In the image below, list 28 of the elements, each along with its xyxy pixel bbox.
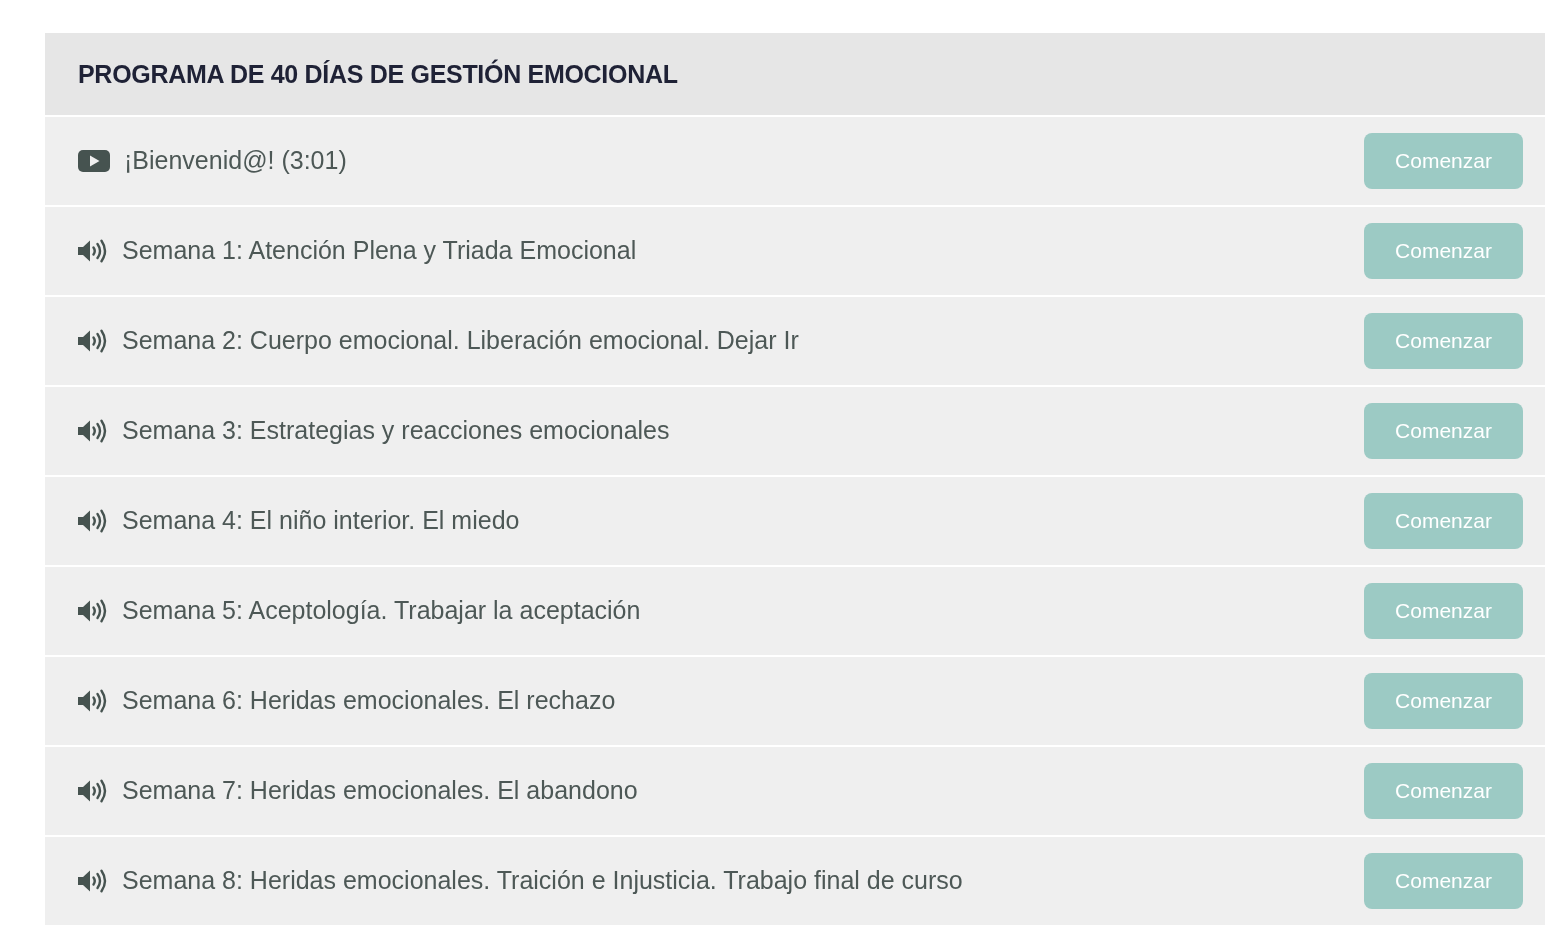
lesson-title: Semana 7: Heridas emocionales. El abandono [122, 775, 638, 807]
start-button[interactable]: Comenzar [1364, 493, 1523, 549]
speaker-icon [78, 239, 108, 263]
lesson-title: Semana 3: Estrategias y reacciones emocionales [122, 415, 670, 447]
speaker-icon [78, 689, 108, 713]
speaker-icon [78, 329, 108, 353]
speaker-icon [78, 419, 108, 443]
start-button[interactable]: Comenzar [1364, 403, 1523, 459]
speaker-icon [78, 509, 108, 533]
speaker-icon [78, 599, 108, 623]
lesson-title: Semana 6: Heridas emocionales. El rechazo [122, 685, 616, 717]
lesson-title: Semana 8: Heridas emocionales. Traición e Injusticia. Trabajo final de curso [122, 865, 963, 897]
start-button[interactable]: Comenzar [1364, 133, 1523, 189]
lesson-title: Semana 1: Atención Plena y Triada Emocional [122, 235, 637, 267]
course-title: PROGRAMA DE 40 DÍAS DE GESTIÓN EMOCIONAL [78, 59, 678, 89]
start-button[interactable]: Comenzar [1364, 853, 1523, 909]
start-button[interactable]: Comenzar [1364, 313, 1523, 369]
start-button[interactable]: Comenzar [1364, 673, 1523, 729]
start-button[interactable]: Comenzar [1364, 763, 1523, 819]
lesson-title: Semana 5: Aceptología. Trabajar la aceptación [122, 595, 641, 627]
lesson-title: ¡Bienvenid@! (3:01) [124, 145, 347, 177]
speaker-icon [78, 779, 108, 803]
start-button[interactable]: Comenzar [1364, 223, 1523, 279]
lesson-title: Semana 2: Cuerpo emocional. Liberación emocional. Dejar Ir [122, 325, 799, 357]
speaker-icon [78, 869, 108, 893]
start-button[interactable]: Comenzar [1364, 583, 1523, 639]
play-icon [78, 150, 110, 172]
lesson-title: Semana 4: El niño interior. El miedo [122, 505, 520, 537]
